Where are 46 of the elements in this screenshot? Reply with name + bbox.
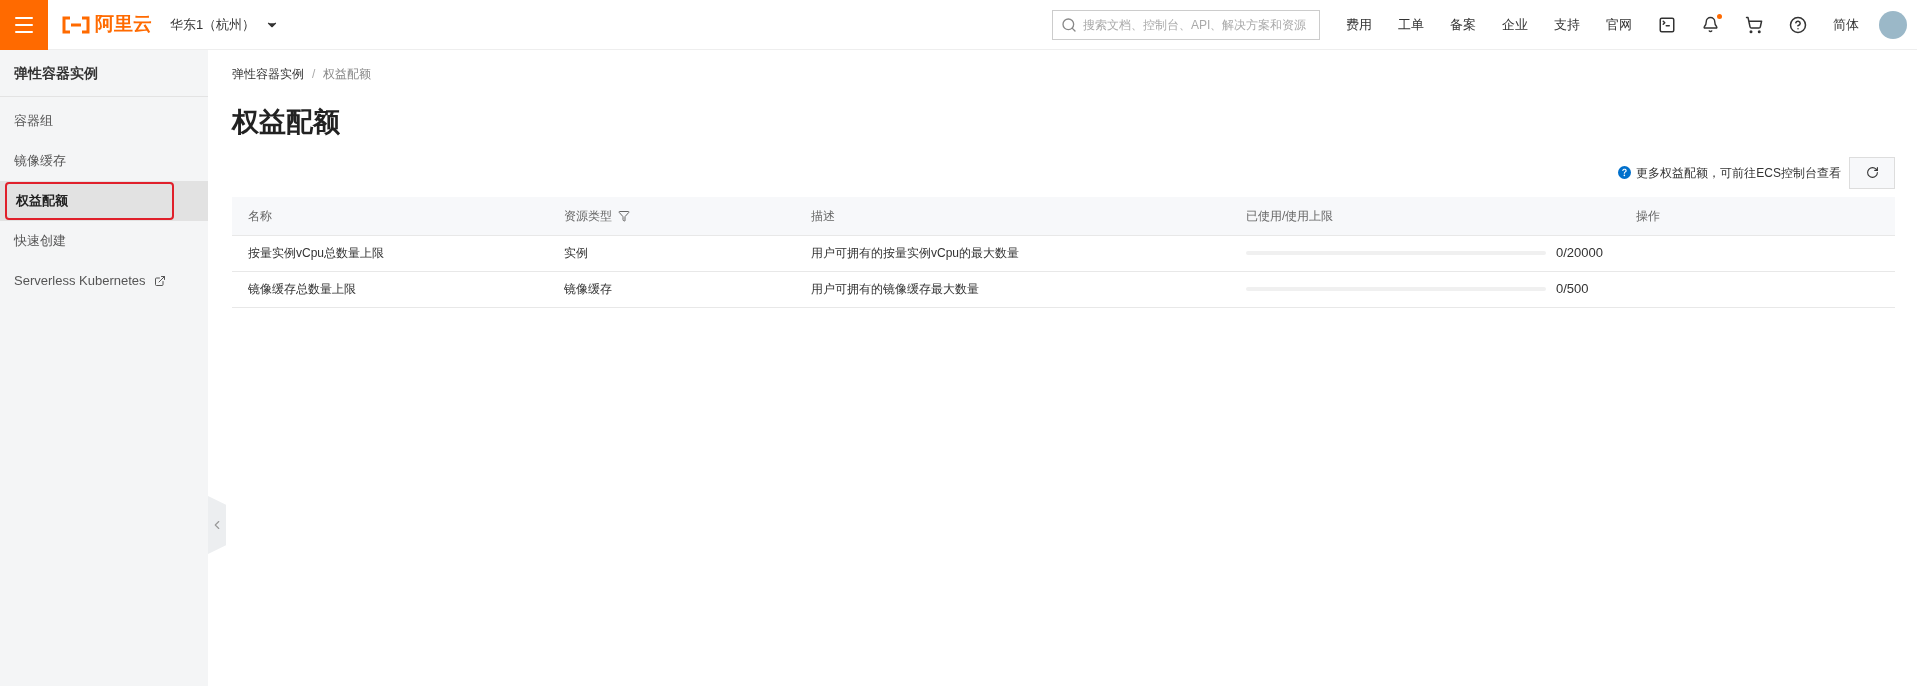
- sidebar-item[interactable]: 权益配额: [0, 181, 208, 221]
- breadcrumb-item[interactable]: 弹性容器实例: [232, 65, 304, 83]
- external-link-icon: [153, 275, 166, 287]
- nav-link[interactable]: 工单: [1398, 14, 1424, 35]
- cart-icon[interactable]: [1745, 15, 1763, 34]
- hint-text: 更多权益配额，可前往ECS控制台查看: [1636, 164, 1841, 182]
- help-icon: [1618, 166, 1632, 179]
- sidebar-item[interactable]: Serverless Kubernetes: [0, 261, 208, 301]
- column-header: 操作: [1636, 207, 1660, 225]
- column-header: 描述: [811, 207, 835, 225]
- usage-text: 0/500: [1556, 280, 1589, 299]
- sidebar-item[interactable]: 容器组: [0, 101, 208, 141]
- nav-link[interactable]: 支持: [1554, 14, 1580, 35]
- usage-text: 0/20000: [1556, 244, 1603, 263]
- region-selector[interactable]: 华东1（杭州）: [170, 14, 280, 35]
- refresh-icon: [1865, 166, 1879, 179]
- sidebar-title: 弹性容器实例: [0, 50, 208, 97]
- table-cell: 镜像缓存总数量上限: [248, 282, 356, 296]
- bell-icon[interactable]: [1702, 16, 1719, 33]
- nav-link[interactable]: 企业: [1502, 14, 1528, 35]
- logo-icon: [61, 15, 91, 34]
- column-header: 已使用/使用上限: [1246, 207, 1334, 225]
- table-cell: 按量实例vCpu总数量上限: [248, 246, 384, 260]
- language-link[interactable]: 简体: [1833, 14, 1859, 35]
- help-icon[interactable]: [1789, 15, 1807, 34]
- terminal-icon[interactable]: [1658, 15, 1676, 34]
- sidebar-item[interactable]: 快速创建: [0, 221, 208, 261]
- search-field[interactable]: 搜索文档、控制台、API、解决方案和资源: [1052, 9, 1320, 40]
- nav-link[interactable]: 官网: [1606, 14, 1632, 35]
- page-title: 权益配额: [232, 106, 341, 139]
- table-cell: 用户可拥有的镜像缓存最大数量: [811, 282, 979, 296]
- column-header: 资源类型: [564, 207, 612, 225]
- table-cell: 用户可拥有的按量实例vCpu的最大数量: [811, 246, 1019, 260]
- nav-link[interactable]: 备案: [1450, 14, 1476, 35]
- menu-button[interactable]: [0, 0, 48, 50]
- filter-icon[interactable]: [618, 209, 630, 222]
- column-header: 名称: [248, 207, 272, 225]
- breadcrumb-item: 权益配额: [323, 66, 372, 83]
- search-icon: [1061, 16, 1077, 33]
- table-cell: 镜像缓存: [564, 282, 612, 296]
- sidebar-item[interactable]: 镜像缓存: [0, 141, 208, 181]
- breadcrumb-separator: /: [312, 66, 316, 83]
- logo-text: 阿里云: [95, 12, 152, 37]
- nav-link[interactable]: 费用: [1346, 14, 1372, 35]
- table-cell: 实例: [564, 246, 588, 260]
- refresh-button[interactable]: [1849, 156, 1895, 189]
